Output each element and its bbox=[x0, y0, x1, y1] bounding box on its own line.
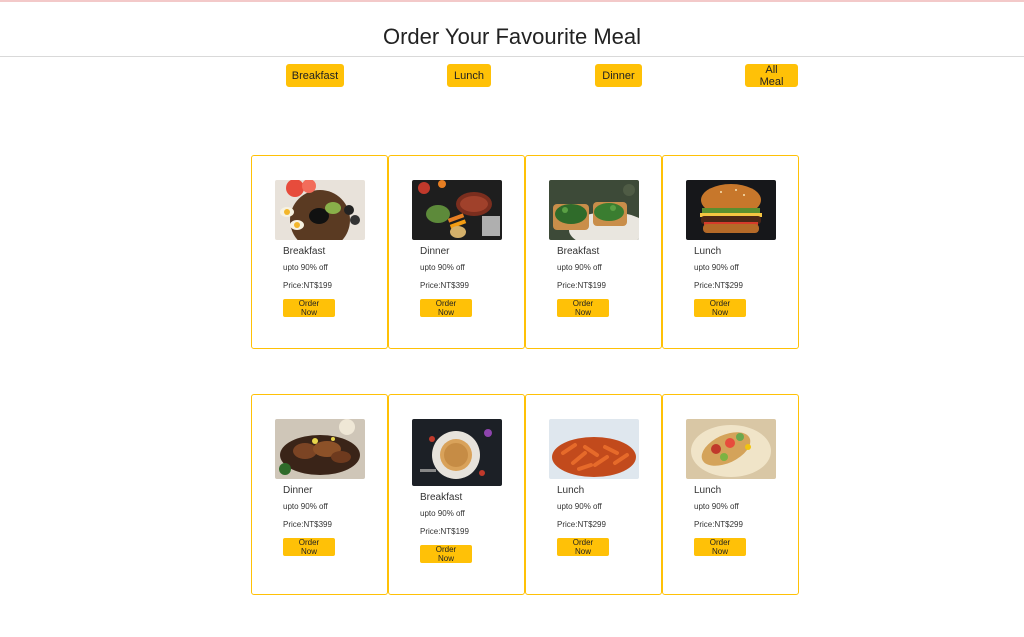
order-now-button[interactable]: Order Now bbox=[283, 538, 335, 556]
card-price: Price:NT$399 bbox=[283, 520, 332, 529]
card-title: Breakfast bbox=[283, 246, 326, 257]
menu-card: Breakfast upto 90% off Price:NT$199 Orde… bbox=[525, 155, 662, 349]
card-title: Lunch bbox=[694, 485, 722, 496]
page-header: Order Your Favourite Meal bbox=[0, 0, 1024, 57]
menu-card: Dinner upto 90% off Price:NT$399 Order N… bbox=[388, 155, 525, 349]
card-title: Lunch bbox=[694, 246, 722, 257]
menu-card: Breakfast upto 90% off Price:NT$199 Orde… bbox=[388, 394, 525, 595]
card-discount: upto 90% off bbox=[694, 502, 739, 511]
card-discount: upto 90% off bbox=[283, 502, 328, 511]
order-now-button[interactable]: Order Now bbox=[557, 538, 609, 556]
card-price: Price:NT$199 bbox=[420, 527, 469, 536]
burger-image bbox=[686, 180, 776, 240]
menu-card: Lunch upto 90% off Price:NT$299 Order No… bbox=[662, 155, 799, 349]
filter-all-meal-button[interactable]: All Meal bbox=[745, 64, 798, 88]
card-price: Price:NT$199 bbox=[283, 281, 332, 290]
card-title: Breakfast bbox=[557, 246, 600, 257]
order-now-button[interactable]: Order Now bbox=[557, 299, 609, 317]
order-now-button[interactable]: Order Now bbox=[283, 299, 335, 317]
order-now-button[interactable]: Order Now bbox=[420, 299, 472, 317]
card-title: Lunch bbox=[557, 485, 585, 496]
card-discount: upto 90% off bbox=[694, 263, 739, 272]
card-title: Dinner bbox=[420, 246, 450, 257]
card-discount: upto 90% off bbox=[283, 263, 328, 272]
page-title: Order Your Favourite Meal bbox=[382, 24, 642, 49]
card-price: Price:NT$199 bbox=[557, 281, 606, 290]
filter-breakfast-button[interactable]: Breakfast bbox=[286, 64, 344, 87]
order-now-button[interactable]: Order Now bbox=[694, 299, 746, 317]
card-price: Price:NT$299 bbox=[694, 281, 743, 290]
pasta-image bbox=[549, 419, 639, 479]
card-price: Price:NT$399 bbox=[420, 281, 469, 290]
menu-card: Breakfast upto 90% off Price:NT$199 Orde… bbox=[251, 155, 388, 349]
filter-dinner-button[interactable]: Dinner bbox=[595, 64, 642, 87]
avocado-toast-image bbox=[549, 180, 639, 240]
taco-image bbox=[686, 419, 776, 479]
card-discount: upto 90% off bbox=[557, 502, 602, 511]
menu-row-1: Breakfast upto 90% off Price:NT$199 Orde… bbox=[251, 155, 799, 349]
card-title: Breakfast bbox=[420, 492, 463, 503]
card-title: Dinner bbox=[283, 485, 313, 496]
menu-card: Lunch upto 90% off Price:NT$299 Order No… bbox=[662, 394, 799, 595]
breakfast-plate-image bbox=[275, 180, 365, 240]
steak-dinner-image bbox=[412, 180, 502, 240]
menu-row-2: Dinner upto 90% off Price:NT$399 Order N… bbox=[251, 394, 799, 595]
order-now-button[interactable]: Order Now bbox=[420, 545, 472, 563]
card-discount: upto 90% off bbox=[557, 263, 602, 272]
menu-card: Lunch upto 90% off Price:NT$299 Order No… bbox=[525, 394, 662, 595]
grilled-meat-image bbox=[275, 419, 365, 479]
card-discount: upto 90% off bbox=[420, 263, 465, 272]
pancake-image bbox=[412, 419, 502, 486]
card-price: Price:NT$299 bbox=[694, 520, 743, 529]
card-price: Price:NT$299 bbox=[557, 520, 606, 529]
card-discount: upto 90% off bbox=[420, 509, 465, 518]
order-now-button[interactable]: Order Now bbox=[694, 538, 746, 556]
filter-lunch-button[interactable]: Lunch bbox=[447, 64, 491, 87]
menu-card: Dinner upto 90% off Price:NT$399 Order N… bbox=[251, 394, 388, 595]
